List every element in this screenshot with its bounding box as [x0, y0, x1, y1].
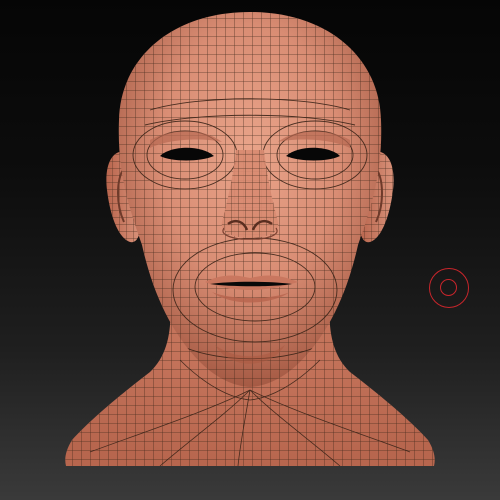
canvas-viewport[interactable] — [0, 0, 500, 500]
brush-cursor-inner-ring — [440, 279, 457, 296]
head-model[interactable] — [0, 0, 500, 500]
head-mesh[interactable] — [100, 0, 400, 400]
brush-cursor-icon[interactable] — [429, 268, 469, 308]
